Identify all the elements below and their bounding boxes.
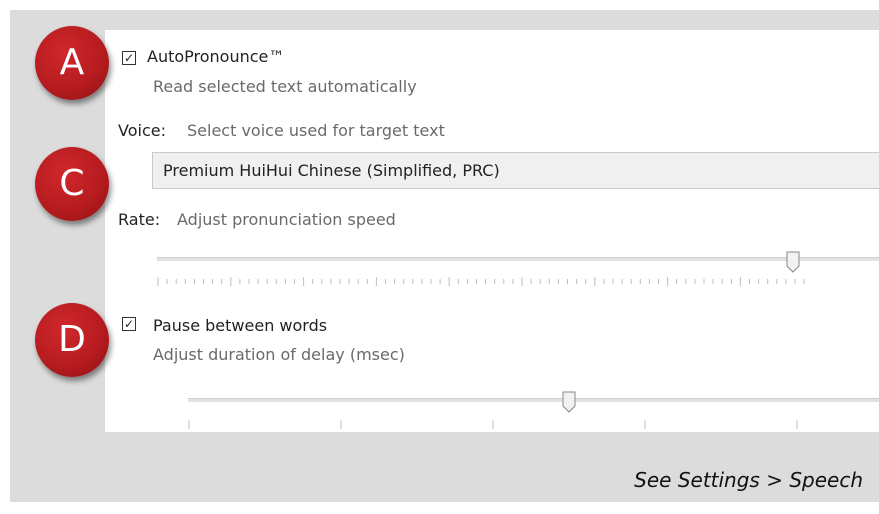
rate-description: Adjust pronunciation speed	[177, 210, 396, 229]
rate-slider-ticks	[157, 277, 805, 286]
voice-dropdown[interactable]: Premium HuiHui Chinese (Simplified, PRC)	[152, 152, 879, 189]
pause-between-words-checkbox[interactable]: ✓	[122, 317, 136, 331]
autopronounce-description: Read selected text automatically	[153, 77, 417, 96]
rate-label: Rate:	[118, 210, 161, 229]
pause-description: Adjust duration of delay (msec)	[153, 345, 405, 364]
autopronounce-label: AutoPronounce™	[147, 47, 285, 66]
settings-path-caption: See Settings > Speech	[634, 468, 863, 492]
callout-badge-d: D	[35, 303, 109, 377]
callout-badge-c: C	[35, 147, 109, 221]
pause-slider-ticks	[188, 420, 798, 429]
voice-description: Select voice used for target text	[187, 121, 445, 140]
pause-slider-track[interactable]	[188, 398, 879, 402]
callout-badge-a: A	[35, 26, 109, 100]
rate-slider-track[interactable]	[157, 257, 879, 261]
autopronounce-checkbox[interactable]: ✓	[122, 51, 136, 65]
pause-slider-thumb[interactable]	[562, 391, 576, 413]
rate-slider-thumb[interactable]	[786, 251, 800, 273]
voice-label: Voice:	[118, 121, 166, 140]
pause-between-words-label: Pause between words	[153, 316, 328, 335]
